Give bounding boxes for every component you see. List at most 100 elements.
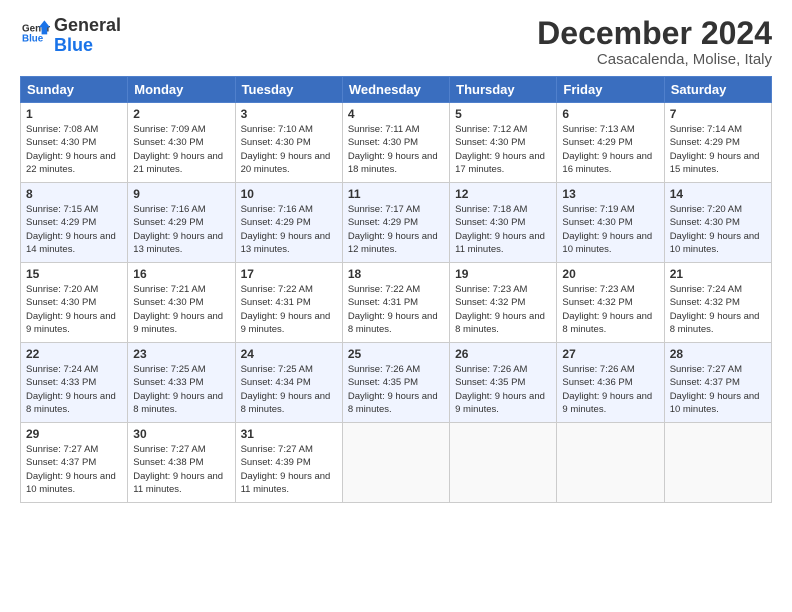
calendar-cell [342, 423, 449, 503]
calendar-cell: 30Sunrise: 7:27 AMSunset: 4:38 PMDayligh… [128, 423, 235, 503]
week-row-1: 1Sunrise: 7:08 AMSunset: 4:30 PMDaylight… [21, 103, 772, 183]
calendar-cell: 25Sunrise: 7:26 AMSunset: 4:35 PMDayligh… [342, 343, 449, 423]
calendar-cell: 3 Sunrise: 7:10 AMSunset: 4:30 PMDaylight… [235, 103, 342, 183]
weekday-header-saturday: Saturday [664, 77, 771, 103]
day-number: 9 [133, 187, 229, 201]
day-number: 18 [348, 267, 444, 281]
day-info: Sunrise: 7:26 AMSunset: 4:35 PMDaylight:… [455, 363, 551, 416]
calendar-cell: 17 Sunrise: 7:22 AMSunset: 4:31 PMDayligh… [235, 263, 342, 343]
day-info: Sunrise: 7:20 AMSunset: 4:30 PMDaylight:… [670, 203, 766, 256]
day-info: Sunrise: 7:09 AMSunset: 4:30 PMDaylight:… [133, 123, 229, 176]
calendar-cell: 28Sunrise: 7:27 AMSunset: 4:37 PMDayligh… [664, 343, 771, 423]
day-number: 29 [26, 427, 122, 441]
day-number: 17 [241, 267, 337, 281]
weekday-header-row: SundayMondayTuesdayWednesdayThursdayFrid… [21, 77, 772, 103]
day-number: 14 [670, 187, 766, 201]
calendar-cell: 8 Sunrise: 7:15 AMSunset: 4:29 PMDaylight… [21, 183, 128, 263]
day-number: 19 [455, 267, 551, 281]
calendar-cell: 26 Sunrise: 7:26 AMSunset: 4:35 PMDayligh… [450, 343, 557, 423]
day-info: Sunrise: 7:27 AMSunset: 4:38 PMDaylight:… [133, 443, 229, 496]
day-number: 1 [26, 107, 122, 121]
calendar-cell: 24 Sunrise: 7:25 AMSunset: 4:34 PMDayligh… [235, 343, 342, 423]
day-info: Sunrise: 7:23 AMSunset: 4:32 PMDaylight:… [562, 283, 658, 336]
weekday-header-friday: Friday [557, 77, 664, 103]
day-info: Sunrise: 7:22 AMSunset: 4:31 PMDaylight:… [348, 283, 444, 336]
calendar-cell [450, 423, 557, 503]
calendar-cell: 16 Sunrise: 7:21 AMSunset: 4:30 PMDayligh… [128, 263, 235, 343]
calendar-cell: 21 Sunrise: 7:24 AMSunset: 4:32 PMDayligh… [664, 263, 771, 343]
weekday-header-monday: Monday [128, 77, 235, 103]
calendar-cell [664, 423, 771, 503]
day-number: 4 [348, 107, 444, 121]
day-info: Sunrise: 7:18 AMSunset: 4:30 PMDaylight:… [455, 203, 551, 256]
week-row-4: 22 Sunrise: 7:24 AMSunset: 4:33 PMDayligh… [21, 343, 772, 423]
logo-blue: Blue [54, 36, 121, 56]
day-number: 12 [455, 187, 551, 201]
day-info: Sunrise: 7:11 AMSunset: 4:30 PMDaylight:… [348, 123, 444, 176]
week-row-5: 29 Sunrise: 7:27 AMSunset: 4:37 PMDayligh… [21, 423, 772, 503]
calendar-cell: 4 Sunrise: 7:11 AMSunset: 4:30 PMDaylight… [342, 103, 449, 183]
day-number: 20 [562, 267, 658, 281]
day-number: 15 [26, 267, 122, 281]
day-info: Sunrise: 7:24 AMSunset: 4:33 PMDaylight:… [26, 363, 122, 416]
day-number: 25 [348, 347, 444, 361]
day-info: Sunrise: 7:23 AMSunset: 4:32 PMDaylight:… [455, 283, 551, 336]
calendar-cell: 14 Sunrise: 7:20 AMSunset: 4:30 PMDayligh… [664, 183, 771, 263]
day-info: Sunrise: 7:13 AMSunset: 4:29 PMDaylight:… [562, 123, 658, 176]
day-number: 22 [26, 347, 122, 361]
day-number: 16 [133, 267, 229, 281]
calendar-cell: 6Sunrise: 7:13 AMSunset: 4:29 PMDaylight… [557, 103, 664, 183]
day-info: Sunrise: 7:24 AMSunset: 4:32 PMDaylight:… [670, 283, 766, 336]
day-info: Sunrise: 7:15 AMSunset: 4:29 PMDaylight:… [26, 203, 122, 256]
day-info: Sunrise: 7:26 AMSunset: 4:36 PMDaylight:… [562, 363, 658, 416]
day-info: Sunrise: 7:27 AMSunset: 4:37 PMDaylight:… [26, 443, 122, 496]
calendar-cell: 19 Sunrise: 7:23 AMSunset: 4:32 PMDayligh… [450, 263, 557, 343]
logo-general: General [54, 16, 121, 36]
day-number: 23 [133, 347, 229, 361]
week-row-2: 8 Sunrise: 7:15 AMSunset: 4:29 PMDaylight… [21, 183, 772, 263]
day-info: Sunrise: 7:12 AMSunset: 4:30 PMDaylight:… [455, 123, 551, 176]
day-number: 27 [562, 347, 658, 361]
day-number: 3 [241, 107, 337, 121]
day-info: Sunrise: 7:25 AMSunset: 4:34 PMDaylight:… [241, 363, 337, 416]
calendar-cell: 1Sunrise: 7:08 AMSunset: 4:30 PMDaylight… [21, 103, 128, 183]
day-number: 26 [455, 347, 551, 361]
weekday-header-sunday: Sunday [21, 77, 128, 103]
day-number: 11 [348, 187, 444, 201]
day-number: 8 [26, 187, 122, 201]
day-info: Sunrise: 7:27 AMSunset: 4:39 PMDaylight:… [241, 443, 337, 496]
day-number: 7 [670, 107, 766, 121]
day-info: Sunrise: 7:25 AMSunset: 4:33 PMDaylight:… [133, 363, 229, 416]
day-number: 13 [562, 187, 658, 201]
day-info: Sunrise: 7:19 AMSunset: 4:30 PMDaylight:… [562, 203, 658, 256]
calendar-body: 1Sunrise: 7:08 AMSunset: 4:30 PMDaylight… [21, 103, 772, 503]
calendar-cell: 10 Sunrise: 7:16 AMSunset: 4:29 PMDayligh… [235, 183, 342, 263]
logo: General Blue General Blue [20, 16, 121, 56]
month-title: December 2024 [537, 16, 772, 51]
day-number: 10 [241, 187, 337, 201]
day-number: 24 [241, 347, 337, 361]
header: General Blue General Blue December 2024 … [20, 16, 772, 68]
calendar-cell: 31 Sunrise: 7:27 AMSunset: 4:39 PMDayligh… [235, 423, 342, 503]
calendar-cell: 22 Sunrise: 7:24 AMSunset: 4:33 PMDayligh… [21, 343, 128, 423]
calendar-cell: 12 Sunrise: 7:18 AMSunset: 4:30 PMDayligh… [450, 183, 557, 263]
calendar-cell: 29 Sunrise: 7:27 AMSunset: 4:37 PMDayligh… [21, 423, 128, 503]
day-info: Sunrise: 7:17 AMSunset: 4:29 PMDaylight:… [348, 203, 444, 256]
calendar-cell: 23 Sunrise: 7:25 AMSunset: 4:33 PMDayligh… [128, 343, 235, 423]
weekday-header-wednesday: Wednesday [342, 77, 449, 103]
day-info: Sunrise: 7:14 AMSunset: 4:29 PMDaylight:… [670, 123, 766, 176]
day-number: 2 [133, 107, 229, 121]
day-info: Sunrise: 7:22 AMSunset: 4:31 PMDaylight:… [241, 283, 337, 336]
day-info: Sunrise: 7:21 AMSunset: 4:30 PMDaylight:… [133, 283, 229, 336]
day-info: Sunrise: 7:10 AMSunset: 4:30 PMDaylight:… [241, 123, 337, 176]
weekday-header-tuesday: Tuesday [235, 77, 342, 103]
day-info: Sunrise: 7:16 AMSunset: 4:29 PMDaylight:… [241, 203, 337, 256]
day-info: Sunrise: 7:20 AMSunset: 4:30 PMDaylight:… [26, 283, 122, 336]
calendar-cell: 5Sunrise: 7:12 AMSunset: 4:30 PMDaylight… [450, 103, 557, 183]
calendar-table: SundayMondayTuesdayWednesdayThursdayFrid… [20, 76, 772, 503]
weekday-header-thursday: Thursday [450, 77, 557, 103]
calendar-cell: 11 Sunrise: 7:17 AMSunset: 4:29 PMDayligh… [342, 183, 449, 263]
svg-text:Blue: Blue [22, 34, 44, 45]
day-number: 21 [670, 267, 766, 281]
day-number: 31 [241, 427, 337, 441]
